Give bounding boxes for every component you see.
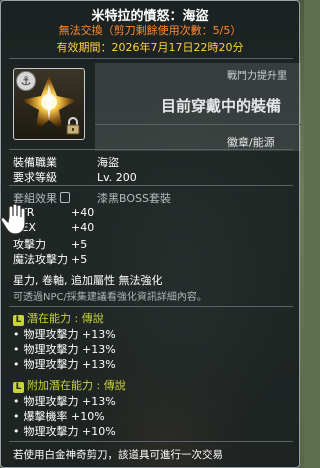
item-type: 徽章/能源 bbox=[227, 136, 275, 149]
expiry-label: 有效期間： bbox=[56, 41, 112, 54]
divider-req bbox=[9, 185, 293, 186]
hand-cursor-icon bbox=[0, 203, 34, 237]
item-icon-frame: ⚓ bbox=[13, 68, 85, 140]
lock-icon bbox=[64, 117, 82, 135]
divider-top bbox=[9, 58, 293, 59]
legendary-badge-icon: L bbox=[13, 382, 24, 393]
expiry-row: 有效期間：2026年7月17日22時20分 bbox=[1, 39, 299, 55]
set-effect-value: 漆黑BOSS套裝 bbox=[97, 192, 171, 205]
potential-line: • 物理攻擊力 +13% bbox=[13, 328, 116, 341]
set-info-icon[interactable] bbox=[60, 192, 70, 203]
divider-stats bbox=[9, 306, 293, 307]
legendary-badge-icon: L bbox=[13, 315, 24, 326]
anchor-icon: ⚓ bbox=[16, 71, 36, 91]
bonus-potential-line: • 物理攻擊力 +13% bbox=[13, 395, 116, 408]
divider-icon bbox=[9, 149, 293, 150]
power-increase-label: 戰鬥力提升里 bbox=[227, 71, 287, 82]
set-effect-row: 套組效果 漆黑BOSS套裝 bbox=[13, 190, 171, 206]
untradable-notice: 無法交換（剪刀剩餘使用次數：5/5） bbox=[58, 24, 242, 37]
potential-title: 潛在能力 : 傳說 bbox=[27, 312, 104, 325]
equipped-compare-title: 目前穿戴中的裝備 bbox=[161, 97, 282, 115]
preview-divider bbox=[95, 124, 301, 125]
potential-line: • 物理攻擊力 +13% bbox=[13, 358, 116, 371]
equip-job-value: 海盜 bbox=[97, 156, 119, 169]
item-tooltip: 米特拉的憤怒：海盜 無法交換（剪刀剩餘使用次數：5/5） 有效期間：2026年7… bbox=[0, 0, 301, 468]
bonus-potential-title: 附加潛在能力 : 傳說 bbox=[27, 379, 126, 392]
expiry-value: 2026年7月17日22時20分 bbox=[111, 41, 244, 54]
bonus-potential-line: • 爆擊機率 +10% bbox=[13, 410, 105, 423]
potential-line: • 物理攻擊力 +13% bbox=[13, 343, 116, 356]
bonus-potential-header: L 附加潛在能力 : 傳說 bbox=[13, 377, 126, 393]
req-level-label: 要求等級 bbox=[13, 171, 57, 184]
divider-footer bbox=[9, 441, 293, 442]
trade-footer: 若使用白金神奇剪刀，該道具可進行一次交易 bbox=[13, 449, 223, 461]
bonus-potential-line: • 物理攻擊力 +10% bbox=[13, 425, 116, 438]
req-level-row: 要求等級 Lv. 200 bbox=[13, 169, 137, 185]
equip-job-row: 裝備職業 海盜 bbox=[13, 154, 119, 170]
equip-job-label: 裝備職業 bbox=[13, 156, 57, 169]
potential-header: L 潛在能力 : 傳說 bbox=[13, 310, 104, 326]
req-level-value: Lv. 200 bbox=[97, 171, 137, 184]
stat-row: 攻擊力 +5 bbox=[13, 238, 88, 251]
npc-note: 可透過NPC/採集建議看強化資訊詳細內容。 bbox=[13, 292, 207, 303]
stat-row: 魔法攻擊力 +5 bbox=[13, 253, 88, 266]
enhance-restriction: 星力, 卷軸, 追加屬性 無法強化 bbox=[13, 274, 163, 287]
